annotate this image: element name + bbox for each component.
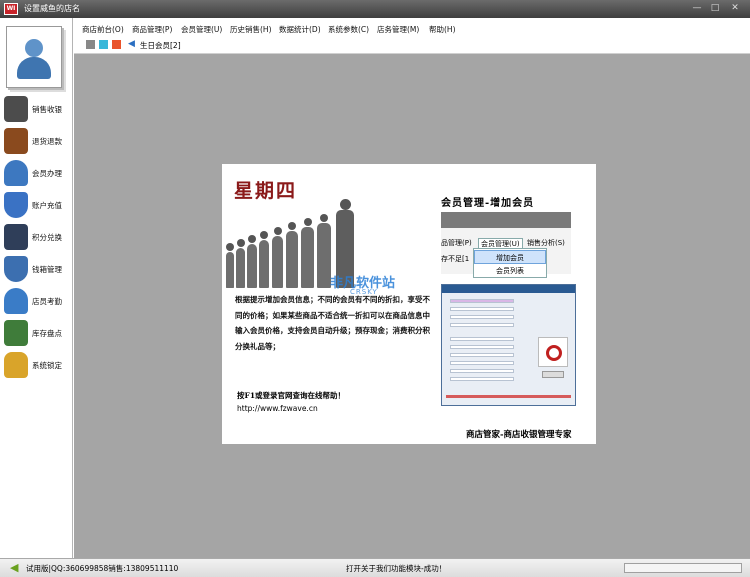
status-bar: ◀ 试用版|QQ:360699858销售:13809511110 打开关于我们功… <box>0 558 750 577</box>
sidebar-item-label: 账户充值 <box>32 201 62 210</box>
cash-register-icon <box>4 96 28 122</box>
preview-dropdown-item: 增加会员 <box>474 250 546 264</box>
preview-field <box>450 315 514 319</box>
left-sidebar: 销售收银 退货退款 会员办理 账户充值 积分兑换 钱箱管理 店员考勤 库存盘点 … <box>0 18 73 558</box>
maximize-button[interactable]: □ <box>708 3 722 14</box>
menu-system-settings[interactable]: 系统参数(C) <box>328 24 369 35</box>
sidebar-item-account-recharge[interactable]: 账户充值 <box>0 190 72 222</box>
person-figure <box>301 218 314 288</box>
preview-field <box>450 299 514 303</box>
person-figure <box>286 222 298 288</box>
sidebar-item-system-lock[interactable]: 系统锁定 <box>0 350 72 382</box>
minimize-button[interactable]: — <box>690 3 704 14</box>
person-figure <box>226 243 234 288</box>
close-button[interactable]: ✕ <box>728 3 742 14</box>
preview-stop-icon <box>538 337 568 367</box>
preview-button <box>542 371 564 378</box>
status-progress-bar <box>624 563 742 573</box>
sidebar-item-points-exchange[interactable]: 积分兑换 <box>0 222 72 254</box>
menu-statistics[interactable]: 数据统计(D) <box>279 24 321 35</box>
shield-icon <box>4 192 28 218</box>
shield-check-icon <box>4 256 28 282</box>
feature-description: 根据提示增加会员信息；不同的会员有不同的折扣，享受不同的价格；如果某些商品不适合… <box>235 295 430 351</box>
theme-blue-swatch[interactable] <box>99 40 108 49</box>
sidebar-item-sales-checkout[interactable]: 销售收银 <box>0 94 72 126</box>
business-people-illustration <box>222 188 432 288</box>
sidebar-item-staff-attendance[interactable]: 店员考勤 <box>0 286 72 318</box>
menu-sales-history[interactable]: 历史销售(H) <box>230 24 272 35</box>
window-title: 设置威鱼的店名 <box>24 4 80 13</box>
preview-dropdown-item: 会员列表 <box>496 267 524 275</box>
birthday-members-link[interactable]: 生日会员[2] <box>140 40 181 51</box>
preview-field <box>450 377 514 381</box>
preview-field <box>450 353 514 357</box>
person-figure <box>317 214 331 288</box>
status-trial-info: 试用版|QQ:360699858销售:13809511110 <box>26 564 179 573</box>
menu-products[interactable]: 商品管理(P) <box>132 24 172 35</box>
sidebar-item-cashbox[interactable]: 钱箱管理 <box>0 254 72 286</box>
preview-stock-text: 存不足[1 <box>441 255 470 263</box>
feature-title: 会员管理-增加会员 <box>441 198 535 209</box>
birthday-speaker-icon: ◀ <box>128 39 135 49</box>
help-tip: 按F1或登录官网查询在线帮助！ <box>237 391 346 400</box>
sidebar-item-label: 钱箱管理 <box>32 265 62 274</box>
back-arrow-icon[interactable]: ◀ <box>10 561 18 574</box>
menu-storefront[interactable]: 商店前台(O) <box>82 24 124 35</box>
sidebar-item-member-register[interactable]: 会员办理 <box>0 158 72 190</box>
feature-splash: 星期四 非凡软件站 CRSKY 根据提示增加会员信息；不同的会员有不同的折扣，享… <box>222 164 596 444</box>
menu-store-affairs[interactable]: 店务管理(M) <box>377 24 419 35</box>
staff-icon <box>4 288 28 314</box>
exchange-icon <box>4 224 28 250</box>
sidebar-item-label: 销售收银 <box>32 105 62 114</box>
sidebar-item-label: 会员办理 <box>32 169 62 178</box>
menu-bar: 商店前台(O) 商品管理(P) 会员管理(U) 历史销售(H) 数据统计(D) … <box>74 18 750 54</box>
preview-menu-item: 品管理(P) <box>441 239 472 247</box>
lock-icon <box>4 352 28 378</box>
sidebar-item-inventory[interactable]: 库存盘点 <box>0 318 72 350</box>
preview-field <box>450 337 514 341</box>
title-bar: WI 设置威鱼的店名 — □ ✕ <box>0 0 750 18</box>
sidebar-item-returns[interactable]: 退货退款 <box>0 126 72 158</box>
menu-members[interactable]: 会员管理(U) <box>181 24 222 35</box>
inventory-icon <box>4 320 28 346</box>
app-icon: WI <box>4 3 18 15</box>
product-slogan: 商店管家-商店收银管理专家 <box>466 430 572 440</box>
preview-dialog <box>441 284 576 406</box>
website-link[interactable]: http://www.fzwave.cn <box>237 404 318 413</box>
preview-field <box>450 307 514 311</box>
preview-menu-item: 销售分析(S) <box>527 239 565 247</box>
preview-field <box>450 361 514 365</box>
avatar-head <box>25 39 43 57</box>
avatar-body <box>17 57 51 79</box>
sidebar-item-label: 店员考勤 <box>32 297 62 306</box>
wallet-icon <box>4 128 28 154</box>
preview-warning-line <box>446 395 571 398</box>
status-message: 打开关于我们功能模块-成功！ <box>346 564 447 573</box>
sidebar-item-label: 积分兑换 <box>32 233 62 242</box>
menu-help[interactable]: 帮助(H) <box>429 24 456 35</box>
person-figure <box>236 239 245 288</box>
preview-dropdown: 增加会员 会员列表 <box>473 248 547 278</box>
user-avatar[interactable] <box>6 26 62 88</box>
theme-gray-swatch[interactable] <box>86 40 95 49</box>
preview-field <box>450 369 514 373</box>
preview-dialog-titlebar <box>442 285 575 293</box>
person-figure <box>259 231 269 288</box>
person-figure <box>272 227 283 288</box>
preview-field <box>450 345 514 349</box>
person-figure <box>247 235 257 288</box>
theme-orange-swatch[interactable] <box>112 40 121 49</box>
sidebar-item-label: 库存盘点 <box>32 329 62 338</box>
preview-field <box>450 323 514 327</box>
member-icon <box>4 160 28 186</box>
sidebar-item-label: 系统锁定 <box>32 361 62 370</box>
sidebar-item-label: 退货退款 <box>32 137 62 146</box>
